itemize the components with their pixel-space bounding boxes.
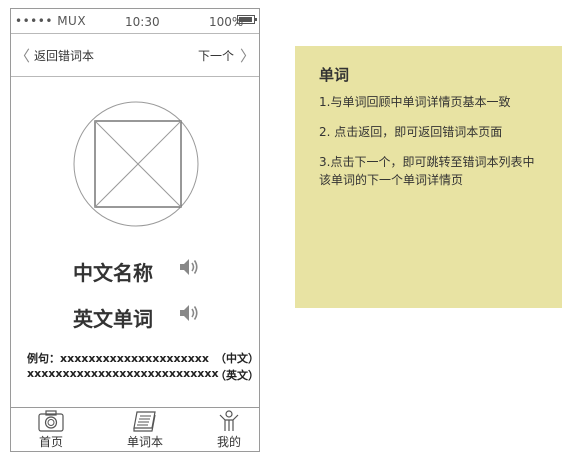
person-icon <box>219 410 239 431</box>
tab-mine-label: 我的 <box>216 435 241 449</box>
tab-mine[interactable]: 我的 <box>199 410 259 450</box>
tab-home-label: 首页 <box>38 435 63 449</box>
example-sentence-english: xxxxxxxxxxxxxxxxxxxxxxxxxxx <box>27 367 219 380</box>
camera-icon <box>38 410 64 432</box>
speaker-icon[interactable] <box>177 255 201 279</box>
tab-home[interactable]: 首页 <box>21 410 81 450</box>
annotation-note: 单词 1.与单词回顾中单词详情页基本一致 2. 点击返回，即可返回错词本页面 3… <box>295 46 562 308</box>
nav-bar: 〈 返回错词本 下一个 〉 <box>11 34 259 77</box>
chevron-left-icon: 〈 <box>15 46 31 65</box>
battery-icon <box>237 15 257 24</box>
english-word: 英文单词 <box>73 307 153 331</box>
tab-wordbook[interactable]: 单词本 <box>115 410 175 450</box>
next-button-label: 下一个 <box>197 49 234 63</box>
clock: 10:30 <box>125 15 160 29</box>
word-image-placeholder <box>73 101 199 227</box>
example-tag-chinese: （中文） <box>215 352 259 365</box>
status-bar: ••••• MUX 10:30 100% <box>11 9 259 34</box>
example-sentence-chinese: 例句：xxxxxxxxxxxxxxxxxxxxx <box>27 352 209 365</box>
note-item: 3.点击下一个，即可跳转至错词本列表中该单词的下一个单词详情页 <box>319 155 535 187</box>
next-button[interactable]: 下一个 〉 <box>198 47 255 64</box>
carrier-label: ••••• MUX <box>15 14 87 28</box>
tab-bar: 首页 单词本 我的 <box>11 407 259 451</box>
back-button[interactable]: 〈 返回错词本 <box>15 47 94 64</box>
note-title: 单词 <box>319 66 350 84</box>
tab-wordbook-label: 单词本 <box>126 435 163 449</box>
chevron-right-icon: 〉 <box>239 46 255 65</box>
note-item: 1.与单词回顾中单词详情页基本一致 <box>319 95 511 109</box>
phone-frame: ••••• MUX 10:30 100% 〈 返回错词本 下一个 〉 中文名称 … <box>10 8 260 452</box>
example-tag-english: （英文） <box>215 369 259 382</box>
chinese-word: 中文名称 <box>73 261 153 285</box>
note-item: 2. 点击返回，即可返回错词本页面 <box>319 125 503 139</box>
book-icon <box>133 411 156 432</box>
back-button-label: 返回错词本 <box>34 49 95 63</box>
speaker-icon[interactable] <box>177 301 201 325</box>
